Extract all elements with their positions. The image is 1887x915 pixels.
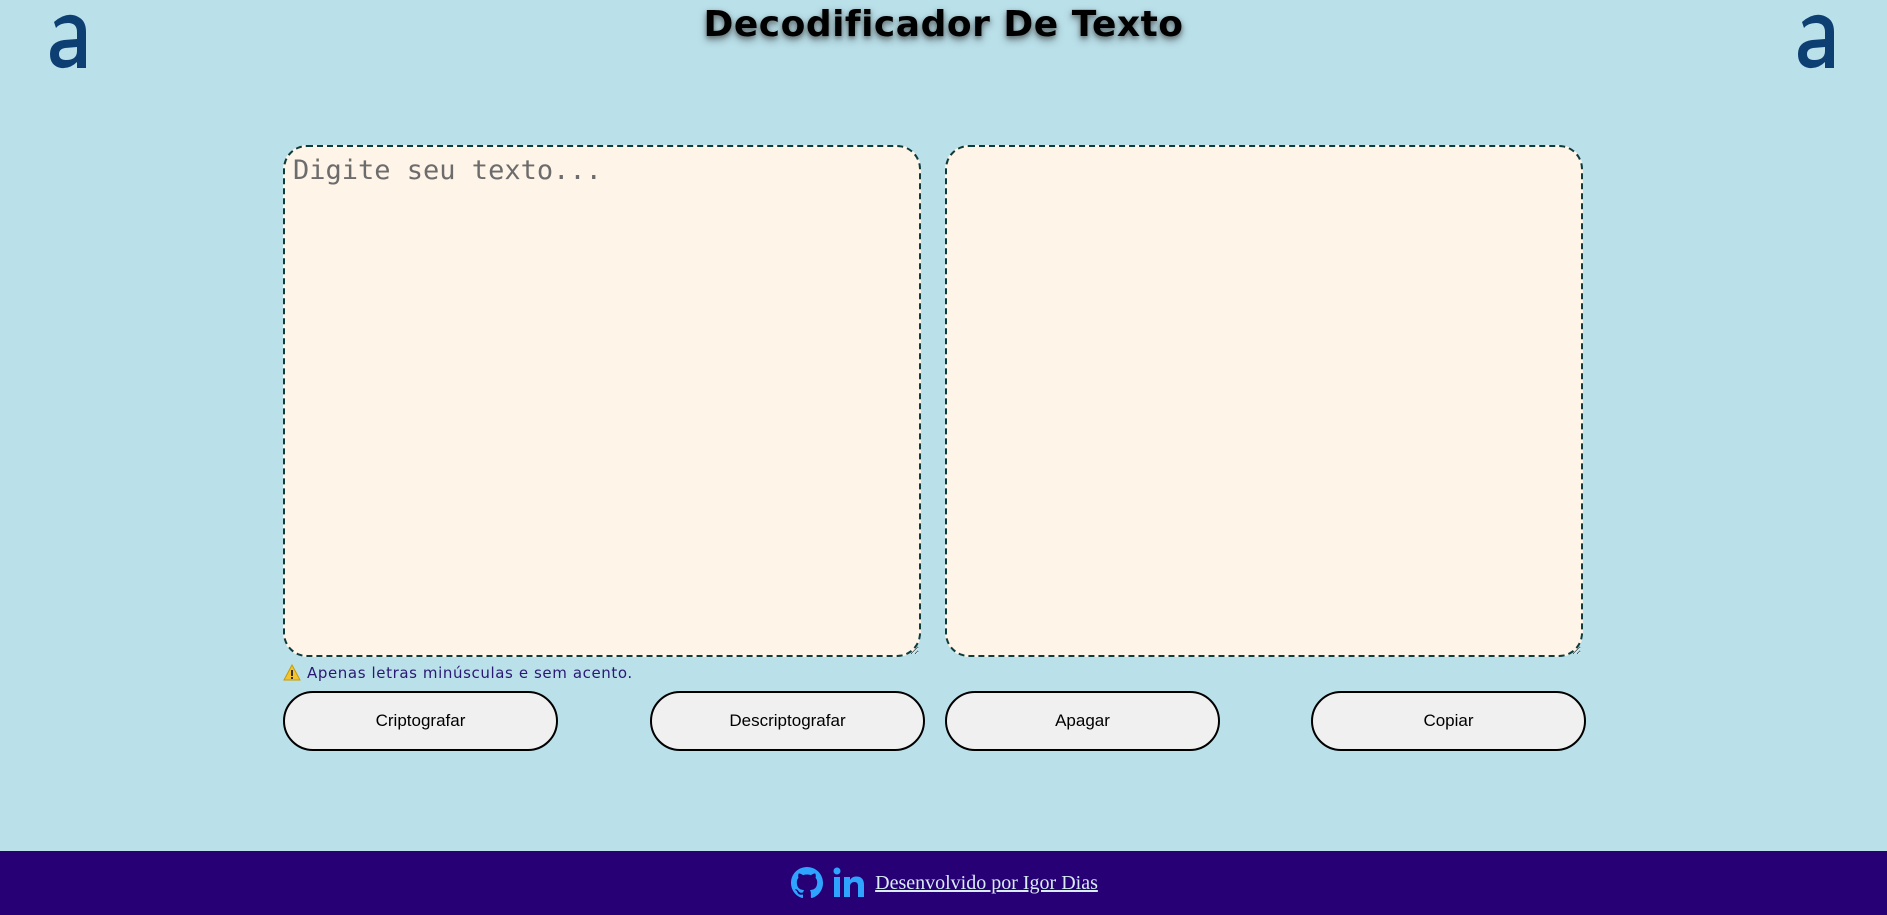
page: Decodificador De Texto Apenas letras min… [0, 0, 1887, 915]
github-icon[interactable] [789, 865, 825, 901]
encrypt-button[interactable]: Criptografar [283, 691, 558, 751]
warning-icon [283, 664, 301, 681]
clear-button[interactable]: Apagar [945, 691, 1220, 751]
linkedin-icon[interactable] [831, 865, 867, 901]
warning-text: Apenas letras minúsculas e sem acento. [307, 664, 633, 682]
footer: Desenvolvido por Igor Dias [0, 851, 1887, 915]
warning-message: Apenas letras minúsculas e sem acento. [283, 664, 633, 682]
alura-logo-icon [1798, 14, 1834, 69]
decrypt-button[interactable]: Descriptografar [650, 691, 925, 751]
developer-credit-link[interactable]: Desenvolvido por Igor Dias [875, 872, 1098, 895]
output-textarea[interactable] [945, 145, 1583, 657]
input-textarea[interactable] [283, 145, 921, 657]
copy-button[interactable]: Copiar [1311, 691, 1586, 751]
page-title: Decodificador De Texto [703, 4, 1184, 45]
